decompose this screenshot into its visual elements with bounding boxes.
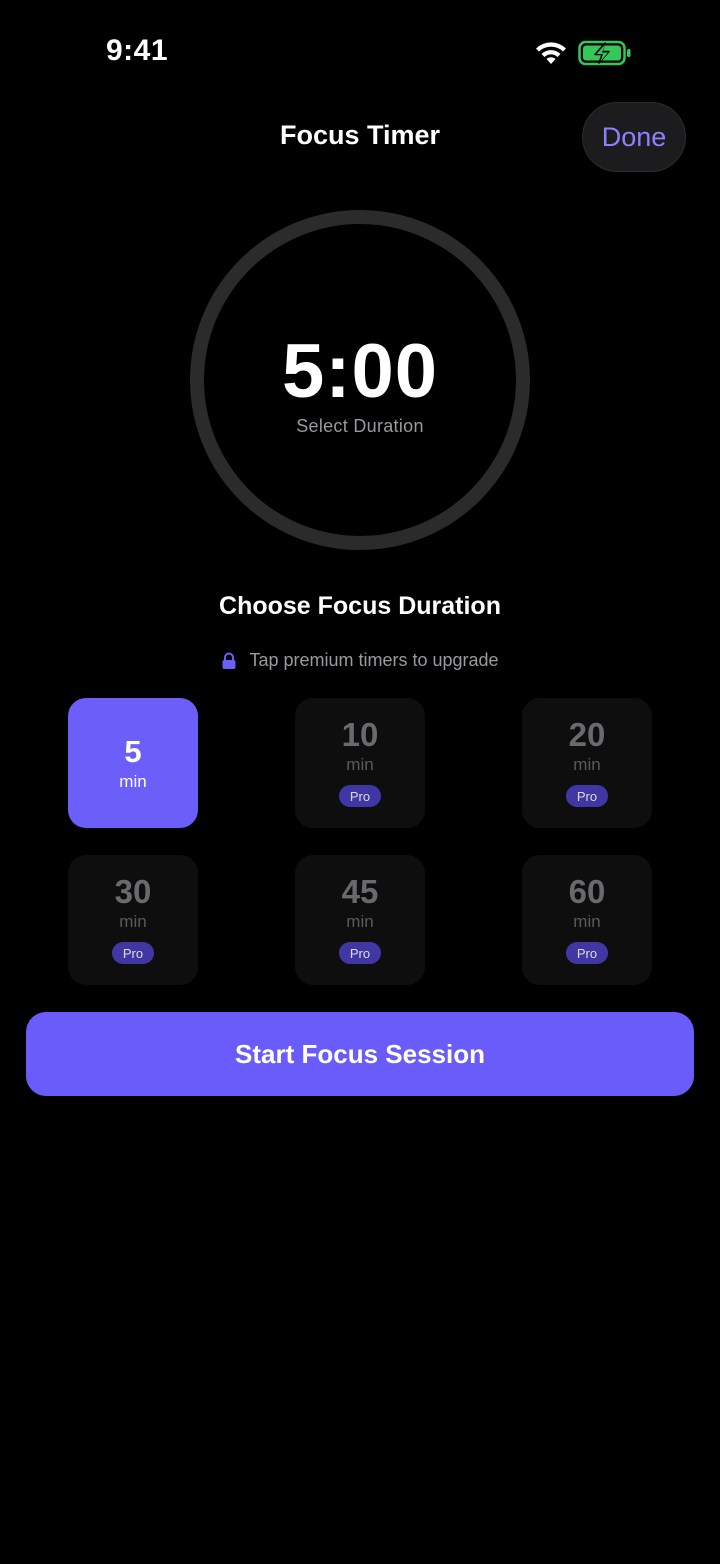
duration-value: 5	[124, 733, 142, 769]
duration-option-30[interactable]: 30 min Pro	[68, 855, 198, 985]
duration-option-60[interactable]: 60 min Pro	[522, 855, 652, 985]
pro-badge: Pro	[566, 942, 608, 964]
timer-display: 5:00	[281, 329, 439, 414]
battery-charging-icon	[578, 40, 631, 66]
duration-option-45[interactable]: 45 min Pro	[295, 855, 425, 985]
duration-value: 60	[568, 873, 606, 910]
duration-unit: min	[346, 912, 374, 931]
duration-option-10[interactable]: 10 min Pro	[295, 698, 425, 828]
duration-option-20[interactable]: 20 min Pro	[522, 698, 652, 828]
section-title: Choose Focus Duration	[219, 592, 501, 620]
wifi-icon	[536, 42, 566, 64]
pro-badge: Pro	[566, 785, 608, 807]
duration-value: 20	[568, 716, 606, 753]
duration-value: 30	[114, 873, 152, 910]
status-time: 9:41	[106, 34, 169, 67]
upgrade-hint-text: Tap premium timers to upgrade	[249, 650, 499, 670]
timer-caption: Select Duration	[296, 416, 424, 436]
pro-badge: Pro	[112, 942, 154, 964]
start-focus-session-button[interactable]: Start Focus Session	[26, 1012, 694, 1096]
duration-unit: min	[573, 755, 601, 774]
duration-unit: min	[346, 755, 374, 774]
done-button[interactable]: Done	[582, 102, 686, 172]
duration-unit: min	[573, 912, 601, 931]
duration-unit: min	[119, 912, 147, 931]
lock-icon	[222, 652, 236, 669]
duration-option-5[interactable]: 5 min	[68, 698, 198, 828]
duration-value: 10	[341, 716, 379, 753]
pro-badge: Pro	[339, 785, 381, 807]
pro-badge: Pro	[339, 942, 381, 964]
focus-timer-screen: 9:41 Focus Timer Done 5:00 Select Durati…	[0, 0, 720, 1564]
upgrade-hint: Tap premium timers to upgrade	[0, 650, 720, 671]
duration-unit: min	[119, 771, 147, 791]
duration-value: 45	[341, 873, 379, 910]
